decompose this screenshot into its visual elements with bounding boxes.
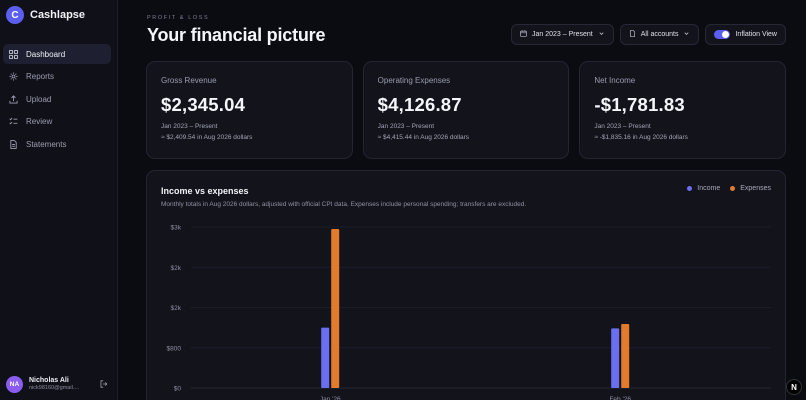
user-name: Nicholas Ali <box>29 376 69 384</box>
y-tick-label: $2k <box>171 265 182 272</box>
grid-icon <box>9 49 18 59</box>
card-label: Gross Revenue <box>161 76 217 85</box>
card-period: Jan 2023 – Present <box>377 123 435 130</box>
sidebar-item-review[interactable]: Review <box>3 112 111 132</box>
calendar-icon <box>520 30 527 39</box>
card-value: $4,126.87 <box>377 94 462 115</box>
bar-expenses <box>331 229 340 388</box>
card-period: Jan 2023 – Present <box>161 123 218 130</box>
card-label: Net Income <box>594 76 636 85</box>
help-fab[interactable]: N <box>786 379 802 395</box>
page-title: Your financial picture <box>147 25 326 45</box>
sidebar-item-reports[interactable]: Reports <box>3 67 111 87</box>
sidebar-item-upload[interactable]: Upload <box>3 89 111 109</box>
document-icon <box>629 30 636 39</box>
date-range-value: Jan 2023 – Present <box>532 31 593 38</box>
upload-icon <box>9 94 18 104</box>
sidebar-item-label: Statements <box>26 139 67 149</box>
brand-logo: C <box>6 6 24 24</box>
toggle-switch[interactable] <box>714 30 731 39</box>
brand[interactable]: C Cashlapse <box>6 6 85 24</box>
sidebar-item-label: Review <box>26 117 53 127</box>
sidebar-item-dashboard[interactable]: Dashboard <box>3 44 111 64</box>
sidebar-item-statements[interactable]: Statements <box>3 134 111 154</box>
user-email: nick98160@gmail.... <box>29 384 79 391</box>
bar-expenses <box>621 324 630 388</box>
user-info: Nicholas Ali nick98160@gmail.... <box>29 377 94 391</box>
gross-revenue-card: Gross Revenue $2,345.04 Jan 2023 – Prese… <box>146 61 353 159</box>
account-select[interactable]: All accounts <box>619 24 700 45</box>
user-profile[interactable]: NA Nicholas Ali nick98160@gmail.... <box>6 375 108 393</box>
inflation-view-toggle[interactable]: Inflation View <box>705 24 786 45</box>
sidebar-item-label: Upload <box>26 94 52 104</box>
document-icon <box>9 139 18 149</box>
checklist-icon <box>9 117 18 126</box>
card-adjusted-value: ≈ $4,415.44 in Aug 2026 dollars <box>377 134 470 141</box>
card-adjusted-value: ≈ -$1,835.16 in Aug 2026 dollars <box>594 134 688 141</box>
sidebar: C Cashlapse Dashboard Reports Upload Rev… <box>0 0 118 400</box>
avatar: NA <box>6 375 23 393</box>
bar-income <box>611 328 620 388</box>
card-value: -$1,781.83 <box>594 94 685 115</box>
header-controls: Jan 2023 – Present All accounts Inflatio… <box>511 24 786 45</box>
date-range-select[interactable]: Jan 2023 – Present <box>511 24 614 45</box>
y-tick-label: $3k <box>171 225 182 232</box>
card-adjusted-value: ≈ $2,409.54 in Aug 2026 dollars <box>161 134 253 141</box>
y-tick-label: $2k <box>171 305 182 312</box>
net-income-card: Net Income -$1,781.83 Jan 2023 – Present… <box>579 61 787 159</box>
brand-name: Cashlapse <box>30 9 86 21</box>
x-tick-label: Jan '26 <box>320 396 341 400</box>
chart-plot: $0 $800 $2k $2k $3k Jan '26 Feb '26 <box>167 225 771 400</box>
gear-icon <box>9 72 18 81</box>
inflation-view-label: Inflation View <box>735 31 777 38</box>
bar-income <box>321 327 330 388</box>
sidebar-item-label: Reports <box>26 72 55 82</box>
operating-expenses-card: Operating Expenses $4,126.87 Jan 2023 – … <box>362 61 570 159</box>
y-tick-label: $800 <box>167 345 182 352</box>
y-tick-label: $0 <box>174 386 182 393</box>
logout-icon[interactable] <box>100 375 108 393</box>
card-period: Jan 2023 – Present <box>594 123 651 130</box>
chevron-down-icon <box>683 30 690 39</box>
kpi-cards: Gross Revenue $2,345.04 Jan 2023 – Prese… <box>146 61 787 159</box>
x-tick-label: Feb '26 <box>609 396 631 400</box>
card-value: $2,345.04 <box>161 94 246 115</box>
income-vs-expenses-chart: Income vs expenses Monthly totals in Aug… <box>146 170 786 400</box>
card-label: Operating Expenses <box>377 76 451 85</box>
account-select-value: All accounts <box>640 31 679 38</box>
chevron-down-icon <box>598 30 605 39</box>
sidebar-nav: Dashboard Reports Upload Review Statemen… <box>3 44 111 157</box>
sidebar-item-label: Dashboard <box>26 49 66 59</box>
page-eyebrow: PROFIT & LOSS <box>147 15 210 21</box>
